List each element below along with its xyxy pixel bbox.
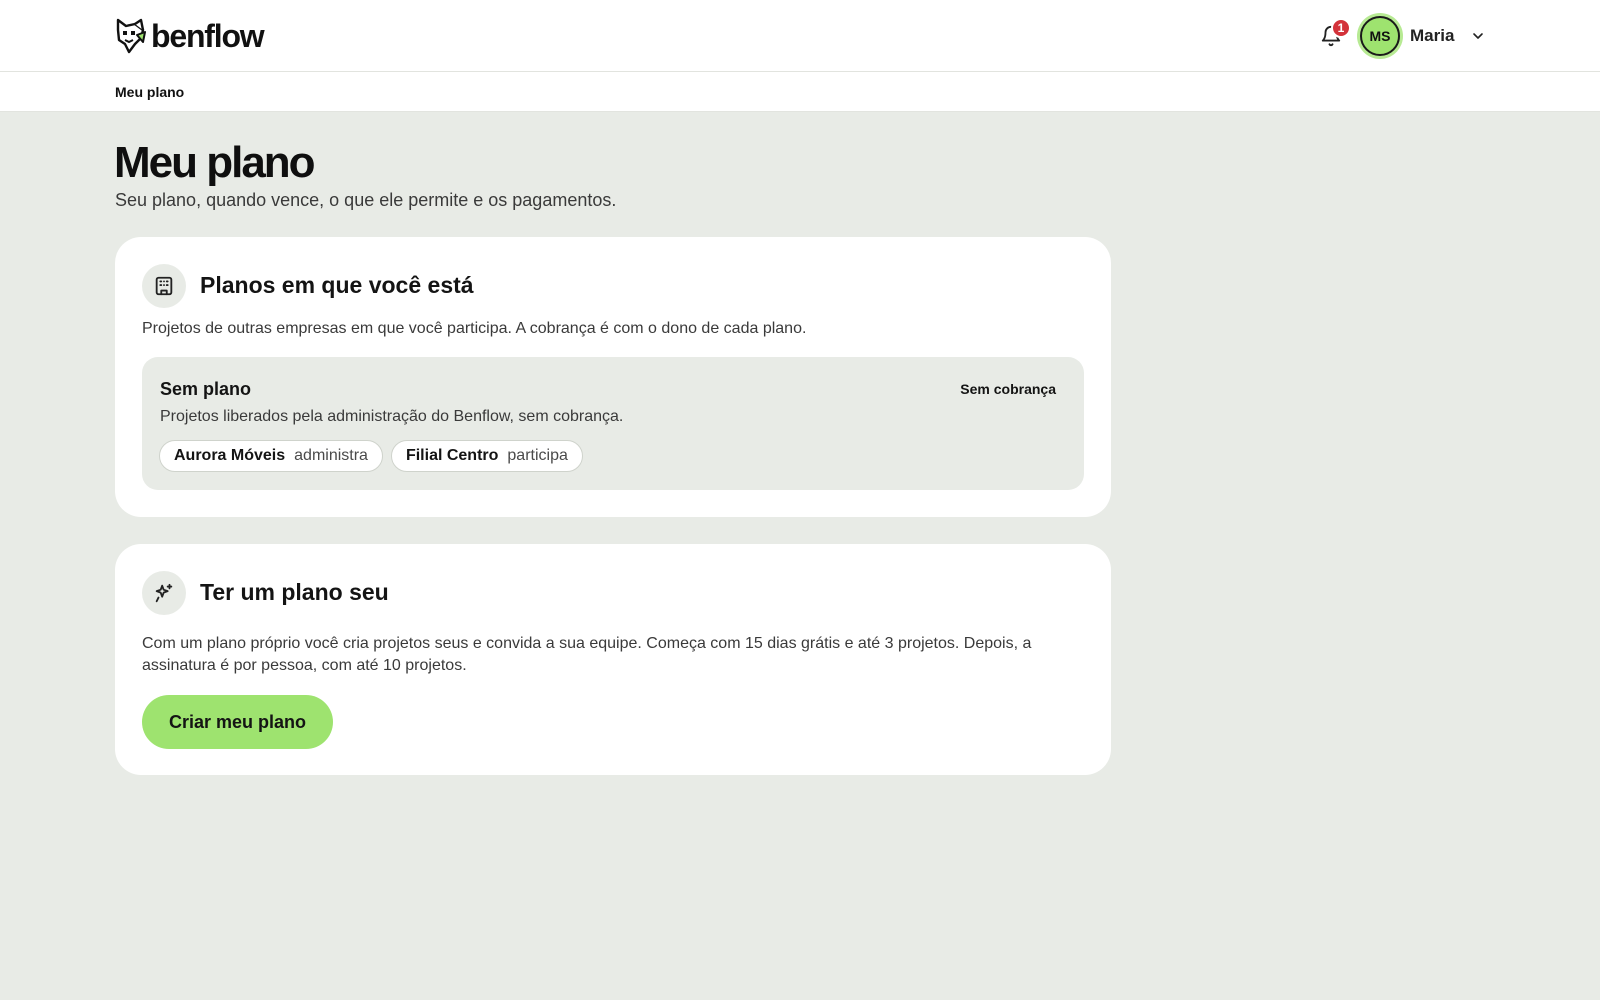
own-plan-card-title: Ter um plano seu [200, 579, 389, 605]
top-bar: benflow 1 MS Maria [0, 0, 1600, 72]
plan-projects: Aurora Móveis administra Filial Centro p… [159, 440, 583, 472]
plans-card: Planos em que você está Projetos de outr… [115, 237, 1111, 517]
create-plan-button[interactable]: Criar meu plano [142, 695, 334, 749]
project-name: Aurora Móveis [174, 447, 286, 464]
notification-badge: 1 [1331, 18, 1351, 38]
breadcrumb-current: Meu plano [115, 84, 185, 100]
plan-billing-status: Sem cobrança [960, 381, 1056, 397]
sparkles-icon [142, 571, 186, 615]
avatar: MS [1360, 16, 1400, 56]
chevron-down-icon [1473, 33, 1484, 39]
breadcrumb: Meu plano [0, 72, 1600, 112]
plan-name: Sem plano [160, 379, 252, 399]
plans-card-description: Projetos de outras empresas em que você … [142, 320, 807, 337]
project-name: Filial Centro [405, 447, 499, 464]
benflow-dog-icon [116, 18, 146, 54]
project-role: administra [294, 447, 368, 464]
page-title: Meu plano [114, 138, 316, 187]
plans-card-title: Planos em que você está [200, 272, 474, 298]
project-role: participa [507, 447, 568, 464]
plan-description: Projetos liberados pela administração do… [160, 408, 624, 425]
project-chip[interactable]: Filial Centro participa [390, 440, 583, 472]
benflow-logo[interactable]: benflow [115, 18, 265, 54]
own-plan-card: Ter um plano seu Com um plano próprio vo… [115, 544, 1111, 775]
logo-text: benflow [151, 18, 265, 54]
user-menu[interactable]: MS Maria [1360, 15, 1486, 57]
page-subtitle: Seu plano, quando vence, o que ele permi… [115, 190, 617, 210]
plan-item: Sem plano Sem cobrança Projetos liberado… [142, 357, 1084, 490]
building-icon [142, 264, 186, 308]
own-plan-card-description: Com um plano próprio você cria projetos … [142, 635, 1032, 674]
project-chip[interactable]: Aurora Móveis administra [159, 440, 383, 472]
user-name: Maria [1410, 26, 1455, 45]
